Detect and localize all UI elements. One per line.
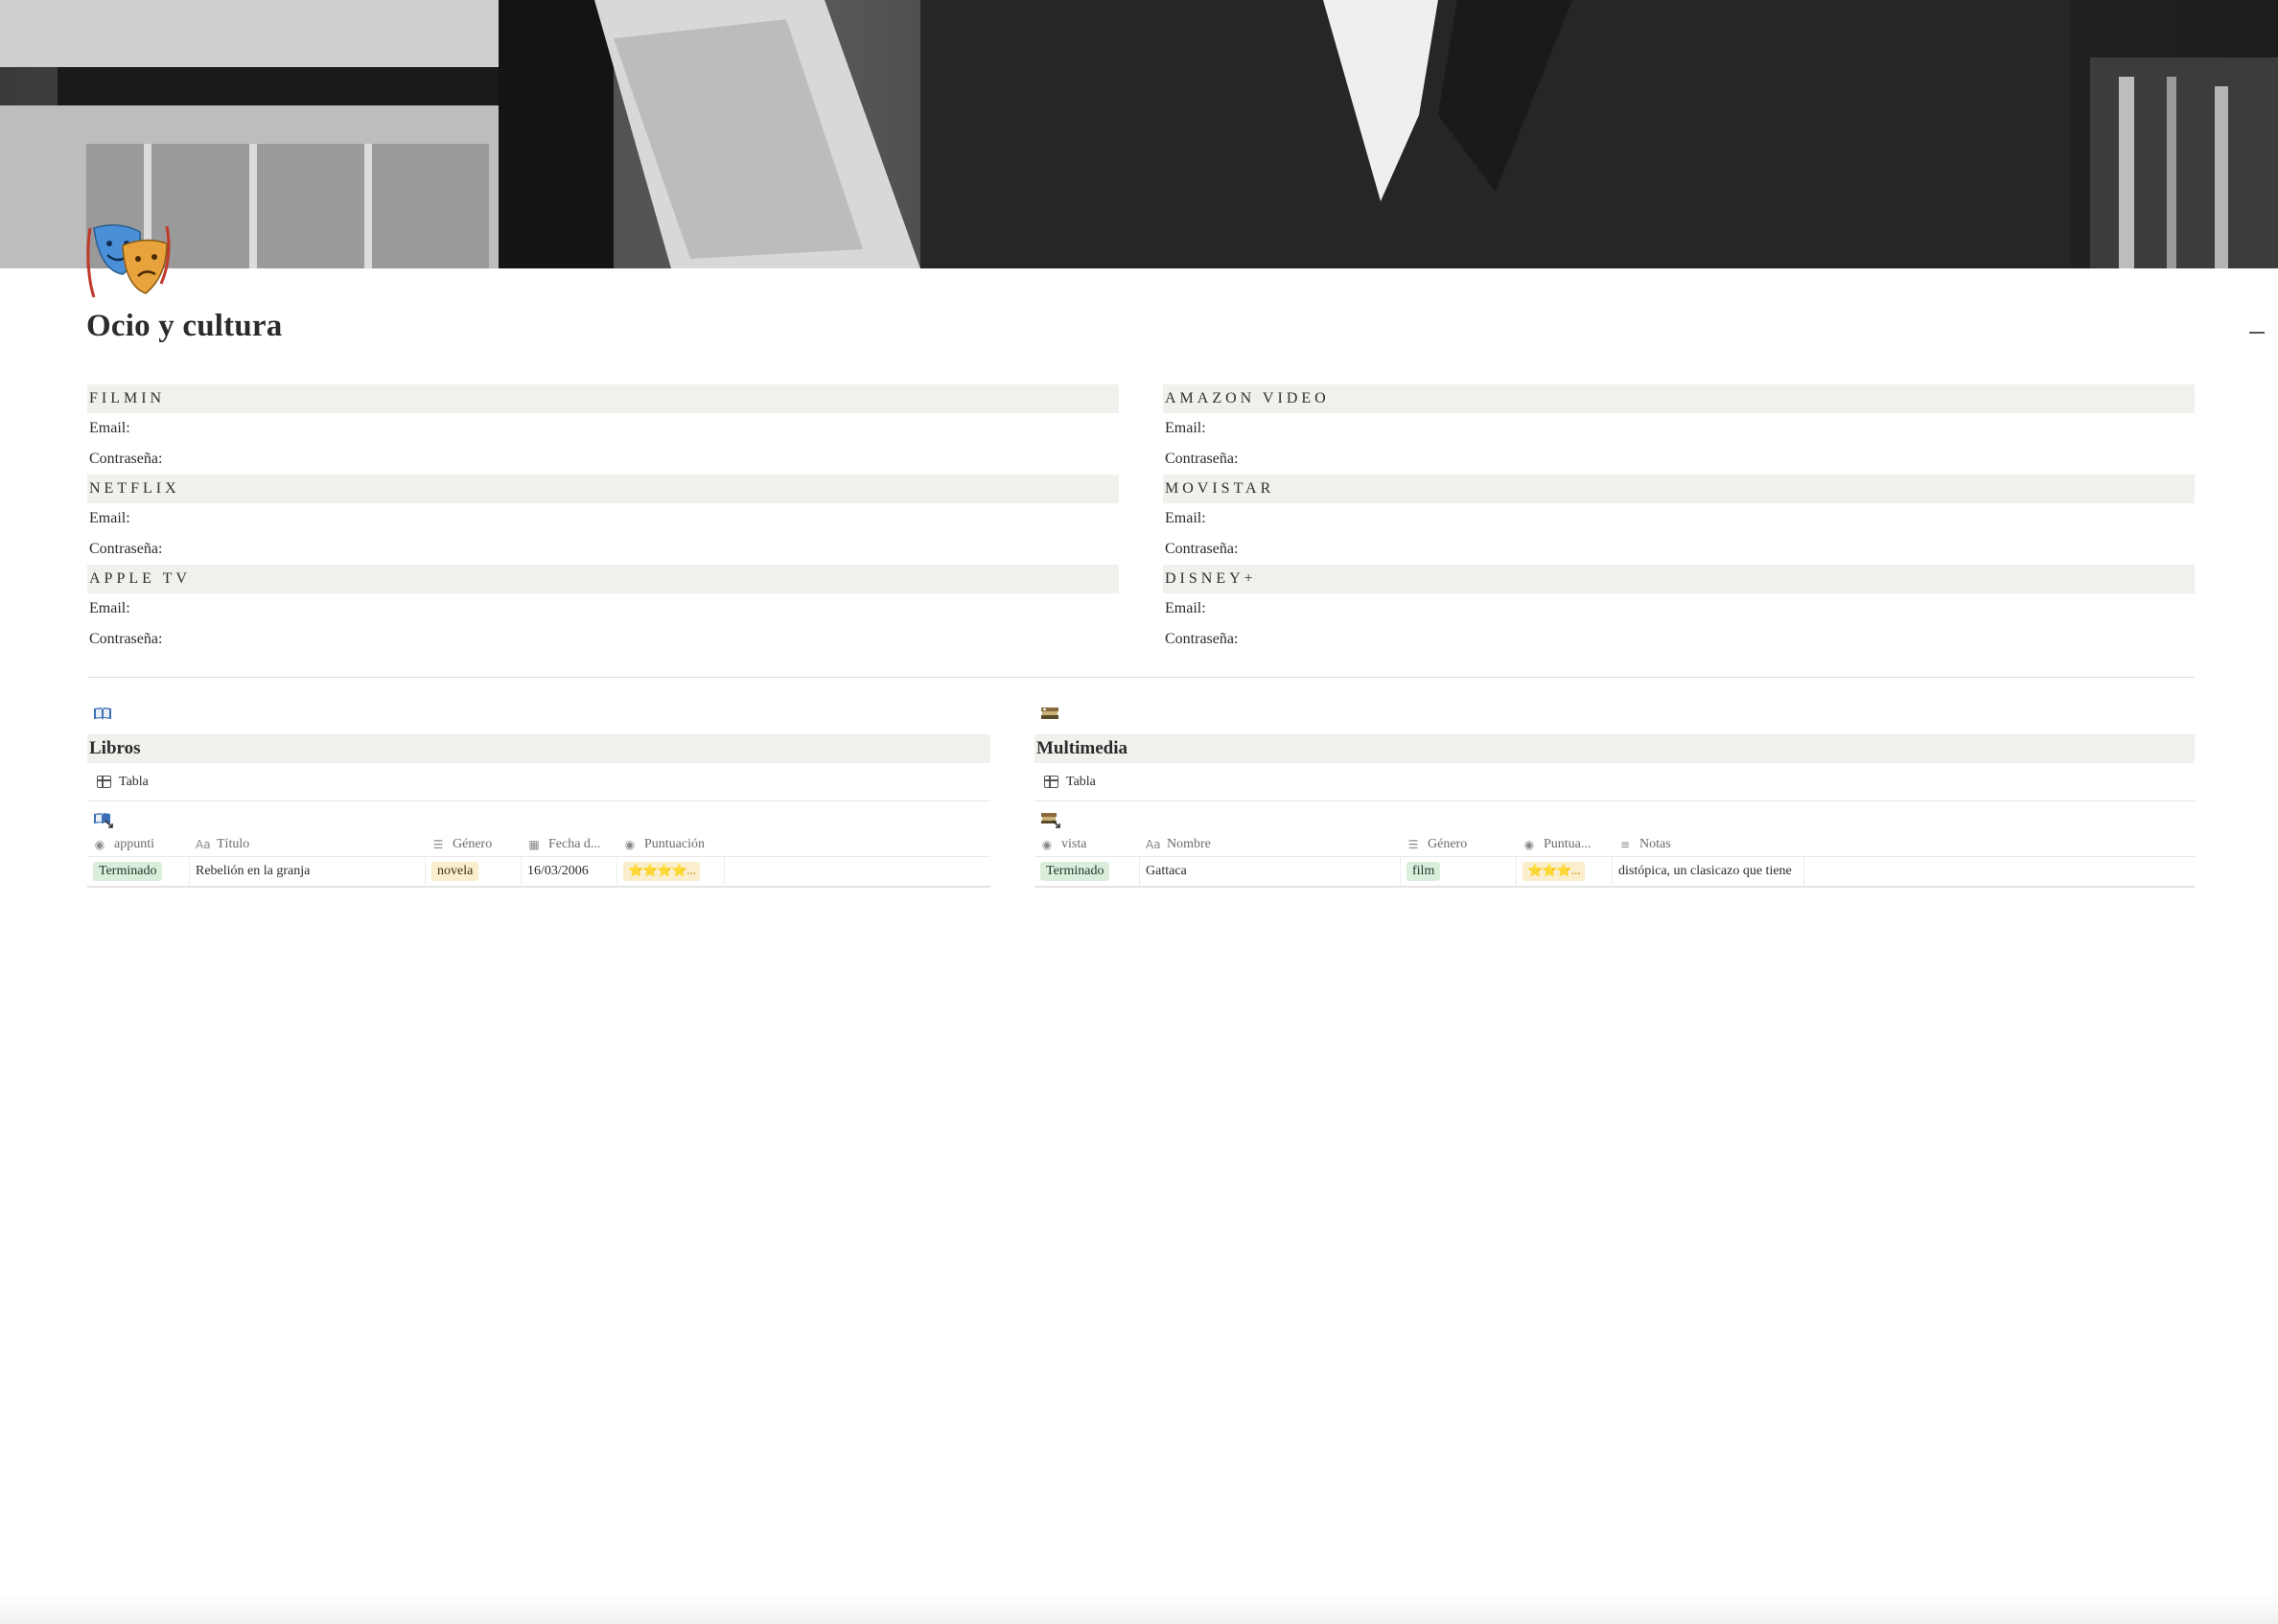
view-tab-tabla[interactable]: Tabla xyxy=(87,763,990,801)
credentials-right-column: AMAZON VIDEO Email: Contraseña: MOVISTAR… xyxy=(1163,384,2195,655)
column-header-puntuacion[interactable]: ◉ Puntuación xyxy=(617,832,725,856)
bottom-edge xyxy=(0,1595,2278,1624)
password-label[interactable]: Contraseña: xyxy=(1163,444,2195,475)
service-heading-disney-plus[interactable]: DISNEY+ xyxy=(1163,565,2195,593)
column-header-notas[interactable]: ≡ Notas xyxy=(1613,832,1804,856)
status-property-icon: ◉ xyxy=(1041,837,1053,851)
status-tag: Terminado xyxy=(1040,862,1110,881)
genre-tag: film xyxy=(1406,862,1441,881)
service-heading-movistar[interactable]: MOVISTAR xyxy=(1163,475,2195,503)
text-property-icon: Aa xyxy=(196,837,211,851)
service-heading-apple-tv[interactable]: APPLE TV xyxy=(87,565,1119,593)
password-label[interactable]: Contraseña: xyxy=(87,534,1119,565)
service-heading-netflix[interactable]: NETFLIX xyxy=(87,475,1119,503)
table-header: ◉ appunti Aa Título ☰ Género ▦ Fecha d... ◉ P… xyxy=(87,832,990,857)
title-cell[interactable]: Rebelión en la granja xyxy=(190,857,426,886)
genre-cell[interactable]: film xyxy=(1401,857,1517,886)
view-tab-label: Tabla xyxy=(1066,774,1096,789)
column-header-genero[interactable]: ☰ Género xyxy=(426,832,522,856)
libros-heading[interactable]: Libros xyxy=(87,734,990,763)
rating-cell[interactable]: ⭐⭐⭐⭐... xyxy=(617,857,725,886)
credentials-left-column: FILMIN Email: Contraseña: NETFLIX Email:… xyxy=(87,384,1119,655)
service-heading-amazon-video[interactable]: AMAZON VIDEO xyxy=(1163,384,2195,413)
email-label[interactable]: Email: xyxy=(1163,413,2195,444)
status-tag: Terminado xyxy=(93,862,163,881)
text-lines-icon: ≡ xyxy=(1619,837,1631,851)
email-label[interactable]: Email: xyxy=(1163,593,2195,624)
view-tab-tabla[interactable]: Tabla xyxy=(1034,763,2195,801)
email-label[interactable]: Email: xyxy=(1163,503,2195,534)
table-view-icon xyxy=(1044,776,1058,788)
table-row[interactable]: Terminado Gattaca film ⭐⭐⭐... distópica,… xyxy=(1034,857,2195,888)
table-view-icon xyxy=(97,776,111,788)
notes-cell[interactable]: distópica, un clasicazo que tiene xyxy=(1613,857,1804,886)
theater-masks-icon[interactable] xyxy=(84,222,173,303)
multimedia-heading[interactable]: Multimedia xyxy=(1034,734,2195,763)
service-heading-filmin[interactable]: FILMIN xyxy=(87,384,1119,413)
password-label[interactable]: Contraseña: xyxy=(87,444,1119,475)
film-stack-icon xyxy=(1040,706,2195,725)
password-label[interactable]: Contraseña: xyxy=(1163,624,2195,655)
page-title[interactable]: Ocio y cultura xyxy=(86,309,282,344)
column-header-genero[interactable]: ☰ Género xyxy=(1401,832,1517,856)
rating-tag: ⭐⭐⭐... xyxy=(1523,862,1585,881)
multimedia-database: Multimedia Tabla ◉ vista Aa Nombre ☰ Género… xyxy=(1034,706,2195,888)
email-label[interactable]: Email: xyxy=(87,593,1119,624)
view-tab-label: Tabla xyxy=(119,774,149,789)
libros-database: Libros Tabla ◉ appunti Aa Título ☰ Género ▦… xyxy=(87,706,990,888)
text-property-icon: Aa xyxy=(1146,837,1161,851)
calendar-icon: ▦ xyxy=(528,837,540,851)
date-cell[interactable]: 16/03/2006 xyxy=(522,857,617,886)
table-row[interactable]: Terminado Rebelión en la granja novela 1… xyxy=(87,857,990,888)
rating-cell[interactable]: ⭐⭐⭐... xyxy=(1517,857,1613,886)
collapse-toggle[interactable] xyxy=(2249,332,2265,334)
email-label[interactable]: Email: xyxy=(87,503,1119,534)
password-label[interactable]: Contraseña: xyxy=(1163,534,2195,565)
multi-select-property-icon: ☰ xyxy=(1407,837,1419,851)
column-header-appunti[interactable]: ◉ appunti xyxy=(87,832,190,856)
name-cell[interactable]: Gattaca xyxy=(1140,857,1401,886)
select-property-icon: ◉ xyxy=(624,837,636,851)
genre-tag: novela xyxy=(431,862,479,881)
column-header-puntuacion[interactable]: ◉ Puntua... xyxy=(1517,832,1613,856)
status-cell[interactable]: Terminado xyxy=(1034,857,1140,886)
linked-film-icon[interactable] xyxy=(1040,811,2195,832)
linked-book-icon[interactable] xyxy=(93,811,990,832)
status-cell[interactable]: Terminado xyxy=(87,857,190,886)
column-header-titulo[interactable]: Aa Título xyxy=(190,832,426,856)
column-header-fecha[interactable]: ▦ Fecha d... xyxy=(522,832,617,856)
column-header-vista[interactable]: ◉ vista xyxy=(1034,832,1140,856)
status-property-icon: ◉ xyxy=(94,837,105,851)
password-label[interactable]: Contraseña: xyxy=(87,624,1119,655)
multi-select-property-icon: ☰ xyxy=(432,837,444,851)
open-book-icon xyxy=(93,706,990,725)
genre-cell[interactable]: novela xyxy=(426,857,522,886)
email-label[interactable]: Email: xyxy=(87,413,1119,444)
select-property-icon: ◉ xyxy=(1523,837,1535,851)
table-header: ◉ vista Aa Nombre ☰ Género ◉ Puntua... ≡ Nota… xyxy=(1034,832,2195,857)
rating-tag: ⭐⭐⭐⭐... xyxy=(623,862,701,881)
cover-image[interactable] xyxy=(0,0,2278,268)
divider xyxy=(87,677,2195,678)
column-header-nombre[interactable]: Aa Nombre xyxy=(1140,832,1401,856)
